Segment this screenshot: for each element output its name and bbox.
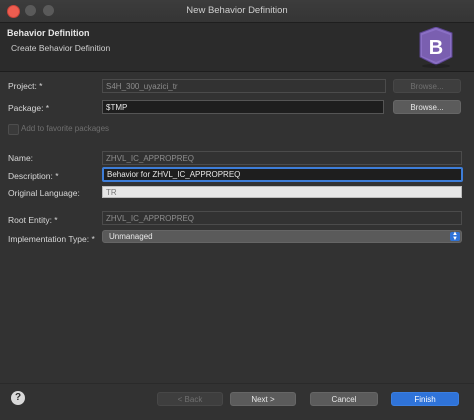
root-entity-field[interactable]: ZHVL_IC_APPROPREQ xyxy=(102,211,462,225)
favorite-packages-label: Add to favorite packages xyxy=(21,124,110,133)
package-browse-button[interactable]: Browse... xyxy=(393,100,461,114)
wizard-header: Behavior Definition Create Behavior Defi… xyxy=(0,23,474,72)
original-language-label: Original Language: xyxy=(8,188,80,198)
next-button[interactable]: Next > xyxy=(230,392,296,406)
implementation-type-label: Implementation Type: * xyxy=(8,234,95,244)
help-button[interactable]: ? xyxy=(11,391,25,405)
wizard-subtitle: Create Behavior Definition xyxy=(11,43,111,53)
behavior-definition-logo-icon: B xyxy=(419,27,453,68)
favorite-packages-checkbox[interactable] xyxy=(8,124,19,135)
logo-letter: B xyxy=(429,37,443,59)
project-field[interactable]: S4H_300_uyazici_tr xyxy=(102,79,386,93)
original-language-field[interactable]: TR xyxy=(102,186,462,198)
window-titlebar: New Behavior Definition xyxy=(0,0,474,23)
root-entity-label: Root Entity: * xyxy=(8,215,58,225)
project-label: Project: * xyxy=(8,81,43,91)
name-label: Name: xyxy=(8,153,34,163)
finish-button[interactable]: Finish xyxy=(391,392,459,406)
description-label: Description: * xyxy=(8,171,59,181)
window-title: New Behavior Definition xyxy=(186,5,288,16)
implementation-type-value: Unmanaged xyxy=(109,232,153,241)
cancel-button[interactable]: Cancel xyxy=(310,392,378,406)
back-button[interactable]: < Back xyxy=(157,392,223,406)
implementation-type-select[interactable]: Unmanaged ▲ ▼ xyxy=(102,230,462,243)
package-field[interactable]: $TMP xyxy=(102,100,384,114)
updown-chevron-icon: ▲ ▼ xyxy=(450,231,460,242)
wizard-title: Behavior Definition xyxy=(7,28,90,38)
description-field[interactable]: Behavior for ZHVL_IC_APPROPREQ xyxy=(102,167,463,182)
name-field[interactable]: ZHVL_IC_APPROPREQ xyxy=(102,151,462,165)
package-label: Package: * xyxy=(8,103,50,113)
footer-divider xyxy=(0,383,474,384)
project-browse-button[interactable]: Browse... xyxy=(393,79,461,93)
